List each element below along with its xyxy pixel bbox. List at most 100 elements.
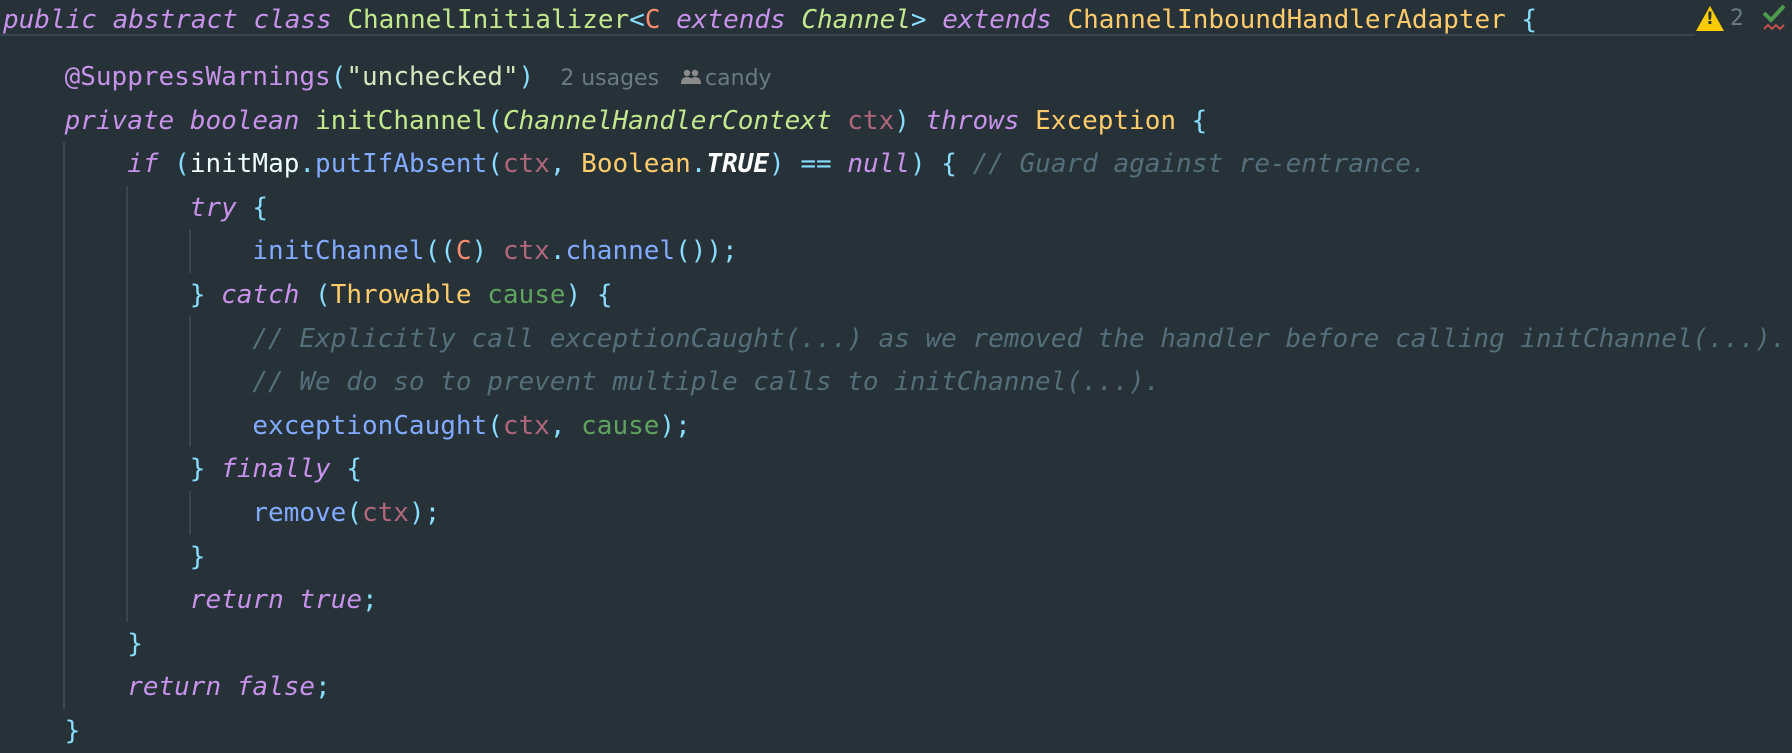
people-icon bbox=[681, 69, 702, 90]
code-token: // We do so to prevent multiple calls to… bbox=[252, 367, 1161, 398]
code-token: ctx bbox=[502, 410, 550, 441]
code-token: private boolean bbox=[64, 105, 316, 136]
code-line[interactable]: // Explicitly call exceptionCaught(...) … bbox=[252, 317, 1786, 361]
code-line[interactable]: } bbox=[127, 622, 143, 666]
sticky-class-header[interactable]: public abstract class ChannelInitializer… bbox=[3, 0, 1537, 36]
code-token: throws bbox=[925, 105, 1036, 136]
code-token: channel bbox=[565, 236, 676, 267]
code-token: ( bbox=[174, 149, 190, 180]
code-token: C bbox=[455, 236, 472, 267]
code-token: . bbox=[690, 149, 707, 180]
code-token: finally bbox=[221, 454, 331, 485]
code-line[interactable]: remove(ctx); bbox=[252, 491, 440, 535]
code-token: > bbox=[910, 5, 927, 35]
code-token: ) bbox=[518, 62, 535, 92]
code-line[interactable]: exceptionCaught(ctx, cause); bbox=[252, 404, 690, 448]
code-token: remove bbox=[252, 498, 347, 528]
code-token: initMap bbox=[189, 149, 300, 180]
indent-guide bbox=[126, 186, 128, 622]
code-token: if bbox=[127, 149, 175, 180]
code-token: ); bbox=[408, 498, 441, 528]
code-token: ChannelInitializer bbox=[347, 5, 630, 35]
author-inlay[interactable]: candy bbox=[681, 66, 772, 91]
code-token: . bbox=[299, 149, 316, 180]
indent-guide bbox=[189, 316, 191, 447]
code-token: extends bbox=[660, 5, 802, 35]
code-line[interactable]: initChannel((C) ctx.channel()); bbox=[252, 229, 737, 273]
code-token: { bbox=[1505, 5, 1538, 35]
code-token: ChannelInboundHandlerAdapter bbox=[1067, 5, 1506, 35]
code-token: { bbox=[330, 454, 362, 485]
code-token: ) == bbox=[769, 149, 848, 180]
code-token: exceptionCaught bbox=[252, 410, 488, 441]
indent-guide bbox=[189, 491, 191, 535]
code-token: putIfAbsent bbox=[315, 149, 488, 180]
code-token: Throwable bbox=[330, 280, 472, 310]
code-line[interactable]: try { bbox=[190, 186, 268, 230]
indent-guide bbox=[189, 229, 191, 273]
sticky-header-divider bbox=[0, 34, 1695, 36]
code-token: ctx bbox=[847, 105, 895, 136]
code-token: TRUE bbox=[706, 149, 770, 180]
inspection-widget[interactable]: 2 bbox=[1696, 2, 1786, 34]
code-line[interactable]: if (initMap.putIfAbsent(ctx, Boolean.TRU… bbox=[127, 142, 1426, 186]
warning-triangle-icon[interactable] bbox=[1696, 5, 1724, 31]
code-token: ChannelHandlerContext bbox=[502, 105, 832, 136]
code-line[interactable]: private boolean initChannel(ChannelHandl… bbox=[65, 99, 1208, 143]
code-token: catch bbox=[221, 280, 300, 310]
code-token: Boolean bbox=[581, 149, 691, 180]
code-token: ( bbox=[487, 410, 503, 441]
code-token: ctx bbox=[502, 236, 550, 267]
code-line[interactable]: // We do so to prevent multiple calls to… bbox=[252, 360, 1160, 404]
code-token: ctx bbox=[361, 498, 409, 528]
code-token: ( bbox=[346, 498, 362, 528]
warning-count[interactable]: 2 bbox=[1730, 6, 1744, 31]
code-token: ) { bbox=[565, 280, 613, 310]
code-token: C bbox=[644, 5, 661, 35]
code-token: initChannel bbox=[315, 105, 488, 136]
code-token: } bbox=[189, 541, 206, 572]
code-token: } bbox=[189, 280, 222, 310]
code-token: ( bbox=[487, 149, 503, 180]
code-token: // Guard against re-entrance. bbox=[972, 149, 1427, 180]
code-token: cause bbox=[581, 410, 660, 441]
code-line[interactable]: } catch (Throwable cause) { bbox=[190, 273, 613, 317]
code-token: . bbox=[549, 236, 566, 267]
code-line[interactable]: } finally { bbox=[190, 447, 362, 491]
code-token: , bbox=[549, 410, 582, 441]
code-token: ; bbox=[315, 672, 331, 703]
code-token: cause bbox=[487, 280, 566, 310]
code-token: { bbox=[236, 192, 269, 223]
code-token: // Explicitly call exceptionCaught(...) … bbox=[252, 323, 1787, 354]
code-token: return false bbox=[127, 672, 316, 703]
code-token: @SuppressWarnings bbox=[64, 62, 331, 92]
code-line[interactable]: } bbox=[190, 535, 206, 579]
code-token: ctx bbox=[502, 149, 550, 180]
code-token: , bbox=[549, 149, 582, 180]
code-line[interactable]: return false; bbox=[127, 665, 331, 709]
code-token: } bbox=[189, 454, 222, 485]
code-line[interactable]: } bbox=[65, 709, 81, 753]
code-token: } bbox=[127, 628, 143, 659]
check-icon[interactable] bbox=[1762, 3, 1786, 33]
code-token: (( bbox=[424, 236, 456, 267]
code-token: { bbox=[1176, 105, 1208, 136]
indent-guide bbox=[63, 142, 65, 709]
code-token: ) { bbox=[909, 149, 973, 180]
code-token: ); bbox=[659, 410, 691, 441]
code-token: ; bbox=[361, 585, 378, 616]
code-token: ( bbox=[487, 105, 503, 136]
code-token: public abstract class bbox=[3, 5, 348, 35]
usages-inlay[interactable]: 2 usages bbox=[560, 66, 659, 91]
code-token: < bbox=[629, 5, 645, 35]
code-token: "unchecked" bbox=[346, 62, 519, 92]
code-token: ) bbox=[894, 105, 926, 136]
code-token: return true bbox=[189, 585, 362, 616]
code-token: initChannel bbox=[252, 236, 425, 267]
code-token: null bbox=[847, 149, 910, 180]
code-line[interactable]: return true; bbox=[190, 578, 378, 622]
author-name: candy bbox=[705, 66, 772, 91]
code-line[interactable]: @SuppressWarnings("unchecked") 2 usages ca… bbox=[65, 55, 772, 99]
